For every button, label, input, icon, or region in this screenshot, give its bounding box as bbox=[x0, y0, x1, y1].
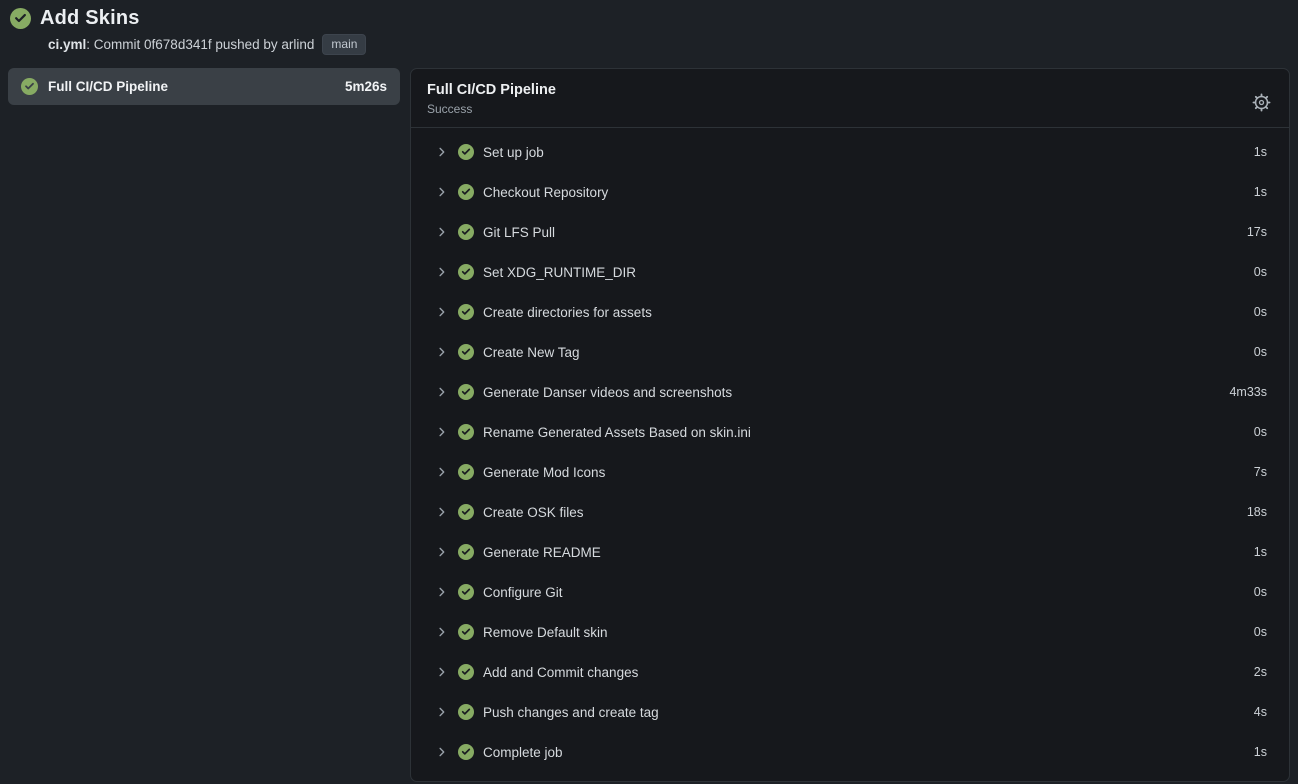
panel-job-status: Success bbox=[427, 102, 1273, 116]
step-row[interactable]: Complete job 1s bbox=[411, 732, 1289, 772]
step-name: Remove Default skin bbox=[483, 625, 1254, 640]
step-name: Create OSK files bbox=[483, 505, 1247, 520]
step-success-icon bbox=[458, 504, 474, 520]
sidebar-job-item[interactable]: Full CI/CD Pipeline 5m26s bbox=[8, 68, 400, 105]
commit-text: : Commit 0f678d341f pushed by arlind bbox=[86, 37, 314, 52]
step-success-icon bbox=[458, 424, 474, 440]
step-success-icon bbox=[458, 544, 474, 560]
chevron-right-icon bbox=[436, 706, 448, 718]
step-duration: 1s bbox=[1254, 145, 1267, 159]
job-detail-panel: Full CI/CD Pipeline Success bbox=[410, 68, 1290, 782]
step-row[interactable]: Rename Generated Assets Based on skin.in… bbox=[411, 412, 1289, 452]
chevron-right-icon bbox=[436, 346, 448, 358]
chevron-right-icon bbox=[436, 626, 448, 638]
step-name: Create New Tag bbox=[483, 345, 1254, 360]
step-success-icon bbox=[458, 224, 474, 240]
step-success-icon bbox=[458, 264, 474, 280]
step-success-icon bbox=[458, 184, 474, 200]
step-name: Configure Git bbox=[483, 585, 1254, 600]
step-success-icon bbox=[458, 304, 474, 320]
chevron-right-icon bbox=[436, 266, 448, 278]
chevron-right-icon bbox=[436, 666, 448, 678]
step-duration: 0s bbox=[1254, 585, 1267, 599]
step-name: Rename Generated Assets Based on skin.in… bbox=[483, 425, 1254, 440]
step-success-icon bbox=[458, 584, 474, 600]
job-name: Full CI/CD Pipeline bbox=[48, 79, 335, 94]
chevron-right-icon bbox=[436, 426, 448, 438]
job-success-icon bbox=[21, 78, 38, 95]
step-row[interactable]: Git LFS Pull 17s bbox=[411, 212, 1289, 252]
chevron-right-icon bbox=[436, 546, 448, 558]
step-row[interactable]: Set XDG_RUNTIME_DIR 0s bbox=[411, 252, 1289, 292]
step-success-icon bbox=[458, 744, 474, 760]
step-duration: 0s bbox=[1254, 305, 1267, 319]
step-duration: 1s bbox=[1254, 545, 1267, 559]
step-duration: 0s bbox=[1254, 625, 1267, 639]
step-success-icon bbox=[458, 464, 474, 480]
step-name: Generate Danser videos and screenshots bbox=[483, 385, 1229, 400]
chevron-right-icon bbox=[436, 466, 448, 478]
step-duration: 0s bbox=[1254, 425, 1267, 439]
panel-job-title: Full CI/CD Pipeline bbox=[427, 82, 1273, 98]
step-row[interactable]: Push changes and create tag 4s bbox=[411, 692, 1289, 732]
step-row[interactable]: Create OSK files 18s bbox=[411, 492, 1289, 532]
step-success-icon bbox=[458, 624, 474, 640]
step-name: Add and Commit changes bbox=[483, 665, 1254, 680]
step-row[interactable]: Set up job 1s bbox=[411, 132, 1289, 172]
step-row[interactable]: Remove Default skin 0s bbox=[411, 612, 1289, 652]
step-duration: 17s bbox=[1247, 225, 1267, 239]
step-duration: 4s bbox=[1254, 705, 1267, 719]
step-success-icon bbox=[458, 704, 474, 720]
step-row[interactable]: Checkout Repository 1s bbox=[411, 172, 1289, 212]
step-row[interactable]: Generate Mod Icons 7s bbox=[411, 452, 1289, 492]
chevron-right-icon bbox=[436, 186, 448, 198]
step-row[interactable]: Generate Danser videos and screenshots 4… bbox=[411, 372, 1289, 412]
step-name: Set XDG_RUNTIME_DIR bbox=[483, 265, 1254, 280]
step-name: Git LFS Pull bbox=[483, 225, 1247, 240]
workflow-file-name: ci.yml bbox=[48, 37, 86, 52]
step-name: Create directories for assets bbox=[483, 305, 1254, 320]
chevron-right-icon bbox=[436, 146, 448, 158]
step-success-icon bbox=[458, 384, 474, 400]
chevron-right-icon bbox=[436, 586, 448, 598]
chevron-right-icon bbox=[436, 506, 448, 518]
step-duration: 0s bbox=[1254, 345, 1267, 359]
chevron-right-icon bbox=[436, 746, 448, 758]
jobs-sidebar: Full CI/CD Pipeline 5m26s bbox=[8, 68, 400, 105]
steps-list: Set up job 1s Checkout Repository 1s bbox=[411, 128, 1289, 780]
step-row[interactable]: Create New Tag 0s bbox=[411, 332, 1289, 372]
step-duration: 2s bbox=[1254, 665, 1267, 679]
step-duration: 18s bbox=[1247, 505, 1267, 519]
step-duration: 4m33s bbox=[1229, 385, 1267, 399]
step-row[interactable]: Add and Commit changes 2s bbox=[411, 652, 1289, 692]
chevron-right-icon bbox=[436, 226, 448, 238]
step-name: Generate README bbox=[483, 545, 1254, 560]
step-success-icon bbox=[458, 664, 474, 680]
step-duration: 1s bbox=[1254, 745, 1267, 759]
run-header: Add Skins ci.yml: Commit 0f678d341f push… bbox=[0, 0, 1298, 55]
step-duration: 7s bbox=[1254, 465, 1267, 479]
step-duration: 1s bbox=[1254, 185, 1267, 199]
commit-info: ci.yml: Commit 0f678d341f pushed by arli… bbox=[48, 34, 1286, 55]
branch-badge[interactable]: main bbox=[322, 34, 366, 55]
step-success-icon bbox=[458, 144, 474, 160]
panel-header: Full CI/CD Pipeline Success bbox=[411, 69, 1289, 128]
step-name: Set up job bbox=[483, 145, 1254, 160]
gear-icon[interactable] bbox=[1250, 91, 1273, 114]
step-duration: 0s bbox=[1254, 265, 1267, 279]
run-success-icon bbox=[10, 8, 31, 29]
step-row[interactable]: Generate README 1s bbox=[411, 532, 1289, 572]
step-row[interactable]: Configure Git 0s bbox=[411, 572, 1289, 612]
step-row[interactable]: Create directories for assets 0s bbox=[411, 292, 1289, 332]
step-name: Checkout Repository bbox=[483, 185, 1254, 200]
page-title: Add Skins bbox=[40, 7, 140, 30]
chevron-right-icon bbox=[436, 386, 448, 398]
job-duration: 5m26s bbox=[345, 79, 387, 94]
step-name: Push changes and create tag bbox=[483, 705, 1254, 720]
chevron-right-icon bbox=[436, 306, 448, 318]
step-name: Complete job bbox=[483, 745, 1254, 760]
step-name: Generate Mod Icons bbox=[483, 465, 1254, 480]
step-success-icon bbox=[458, 344, 474, 360]
